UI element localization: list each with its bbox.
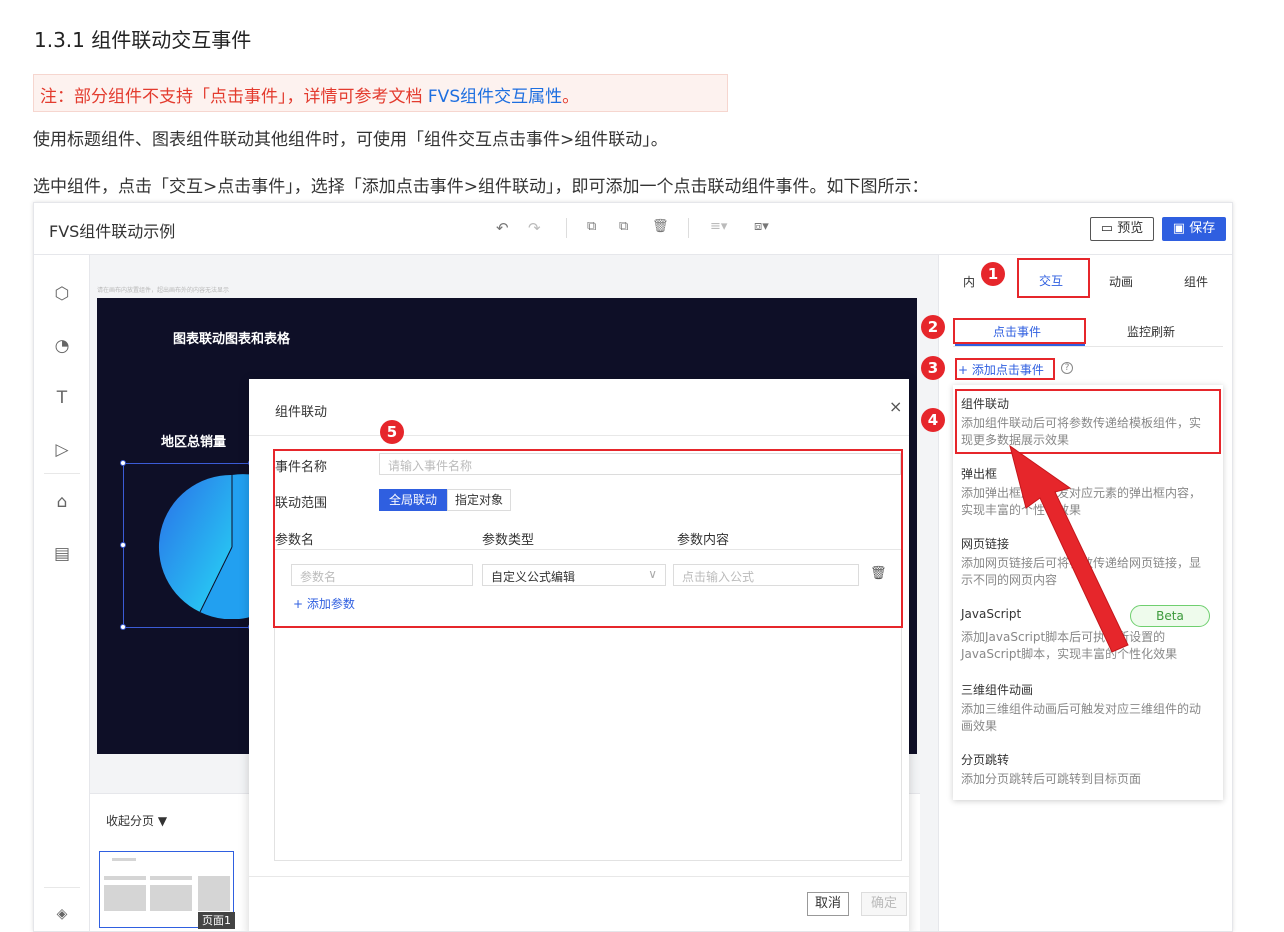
monitor-icon: ▭ bbox=[1100, 221, 1118, 236]
preview-label: 预览 bbox=[1117, 221, 1144, 236]
tab-component[interactable]: 组件 bbox=[1184, 273, 1208, 290]
subtab-monitor-refresh[interactable]: 监控刷新 bbox=[1127, 323, 1175, 340]
beta-badge: Beta bbox=[1130, 605, 1210, 627]
layer-icon[interactable]: ⧈▾ bbox=[754, 219, 769, 234]
confirm-button[interactable]: 确定 bbox=[861, 892, 907, 916]
add-click-event-link[interactable]: + 添加点击事件 bbox=[958, 361, 1044, 378]
toolbar-divider bbox=[688, 218, 689, 238]
layers-icon[interactable]: ◈ bbox=[51, 903, 73, 925]
media-icon[interactable]: ▷ bbox=[51, 439, 73, 461]
subtab-divider bbox=[953, 346, 1223, 347]
pie-chart bbox=[158, 474, 259, 619]
menu-item-desc: 添加三维组件动画后可触发对应三维组件的动画效果 bbox=[961, 702, 1202, 733]
sidebar-divider bbox=[44, 887, 80, 888]
pointer-arrow-icon bbox=[1009, 444, 1129, 653]
note-period: 。 bbox=[562, 87, 580, 107]
tab-animation[interactable]: 动画 bbox=[1109, 273, 1133, 290]
tab-interact[interactable]: 交互 bbox=[1039, 272, 1063, 289]
sidebar-divider bbox=[44, 473, 80, 474]
callout-1: 1 bbox=[981, 262, 1005, 286]
paragraph-1: 使用标题组件、图表组件联动其他组件时，可使用「组件交互点击事件>组件联动」。 bbox=[33, 130, 668, 150]
preview-button[interactable]: ▭ 预览 bbox=[1090, 217, 1154, 241]
delete-icon[interactable]: 🗑 bbox=[652, 219, 669, 234]
save-icon: ▣ bbox=[1172, 221, 1190, 236]
note-box: 注：部分组件不支持「点击事件」，详情可参考文档 FVS组件交互属性。 bbox=[33, 74, 728, 112]
callout-3: 3 bbox=[921, 356, 945, 380]
cancel-button[interactable]: 取消 bbox=[807, 892, 849, 916]
component-sidebar: ⬡ ◔ T ▷ ⌂ ▤ ◈ bbox=[34, 255, 90, 931]
menu-item-linkage[interactable]: 组件联动 bbox=[961, 395, 1009, 412]
dialog-footer-divider bbox=[249, 876, 909, 877]
paragraph-2: 选中组件，点击「交互>点击事件」，选择「添加点击事件>组件联动」，即可添加一个点… bbox=[33, 177, 929, 197]
app-header: FVS组件联动示例 ↶ ↷ ⧉ ⧉ 🗑 ≡▾ ⧈▾ ▭ 预览 ▣ 保存 bbox=[34, 203, 1232, 255]
collapse-pages-toggle[interactable]: 收起分页 ▼ bbox=[106, 812, 167, 829]
chart-icon[interactable]: ◔ bbox=[51, 335, 73, 357]
section-title: 1.3.1 组件联动交互事件 bbox=[34, 28, 252, 52]
canvas-hint: 请在画布内放置组件，超出画布外的内容无法显示 bbox=[97, 287, 230, 294]
menu-item-page-jump[interactable]: 分页跳转 bbox=[961, 751, 1009, 768]
subtab-click-event[interactable]: 点击事件 bbox=[993, 323, 1041, 340]
callout-2: 2 bbox=[921, 315, 945, 339]
note-doc-link[interactable]: FVS组件交互属性 bbox=[428, 87, 562, 107]
align-icon[interactable]: ≡▾ bbox=[710, 219, 727, 234]
cube-icon[interactable]: ⬡ bbox=[51, 283, 73, 305]
table-icon[interactable]: ▤ bbox=[51, 543, 73, 565]
menu-item-desc: 添加分页跳转后可跳转到目标页面 bbox=[961, 772, 1142, 786]
text-icon[interactable]: T bbox=[51, 387, 73, 409]
app-title: FVS组件联动示例 bbox=[49, 222, 176, 241]
page-thumbnail[interactable]: 页面1 bbox=[99, 851, 235, 929]
undo-icon[interactable]: ↶ bbox=[496, 219, 509, 237]
dialog-title: 组件联动 bbox=[275, 405, 328, 420]
toolbar-divider bbox=[566, 218, 567, 238]
page-name-label: 页面1 bbox=[198, 912, 235, 929]
resize-handle[interactable] bbox=[120, 460, 126, 466]
resize-handle[interactable] bbox=[120, 624, 126, 630]
copy-icon[interactable]: ⧉ bbox=[587, 219, 596, 234]
pie-chart-selection[interactable] bbox=[120, 460, 259, 630]
callout-4: 4 bbox=[921, 408, 945, 432]
save-label: 保存 bbox=[1189, 221, 1216, 236]
close-icon[interactable]: × bbox=[889, 397, 902, 416]
callout-highlight-5 bbox=[273, 449, 903, 628]
resize-handle[interactable] bbox=[120, 542, 126, 548]
canvas-title[interactable]: 图表联动图表和表格 bbox=[173, 328, 290, 347]
callout-5: 5 bbox=[380, 420, 404, 444]
save-button[interactable]: ▣ 保存 bbox=[1162, 217, 1226, 241]
paste-icon[interactable]: ⧉ bbox=[619, 219, 628, 234]
widget-icon[interactable]: ⌂ bbox=[51, 491, 73, 513]
redo-icon[interactable]: ↷ bbox=[528, 219, 541, 237]
dialog-divider bbox=[249, 435, 909, 436]
help-icon[interactable]: ? bbox=[1061, 362, 1073, 374]
tab-content[interactable]: 内 bbox=[963, 273, 975, 290]
note-text: 注：部分组件不支持「点击事件」，详情可参考文档 bbox=[40, 87, 428, 107]
region-sales-title[interactable]: 地区总销量 bbox=[161, 431, 226, 450]
menu-item-popup[interactable]: 弹出框 bbox=[961, 465, 997, 482]
menu-item-3d-animation[interactable]: 三维组件动画 bbox=[961, 681, 1033, 698]
